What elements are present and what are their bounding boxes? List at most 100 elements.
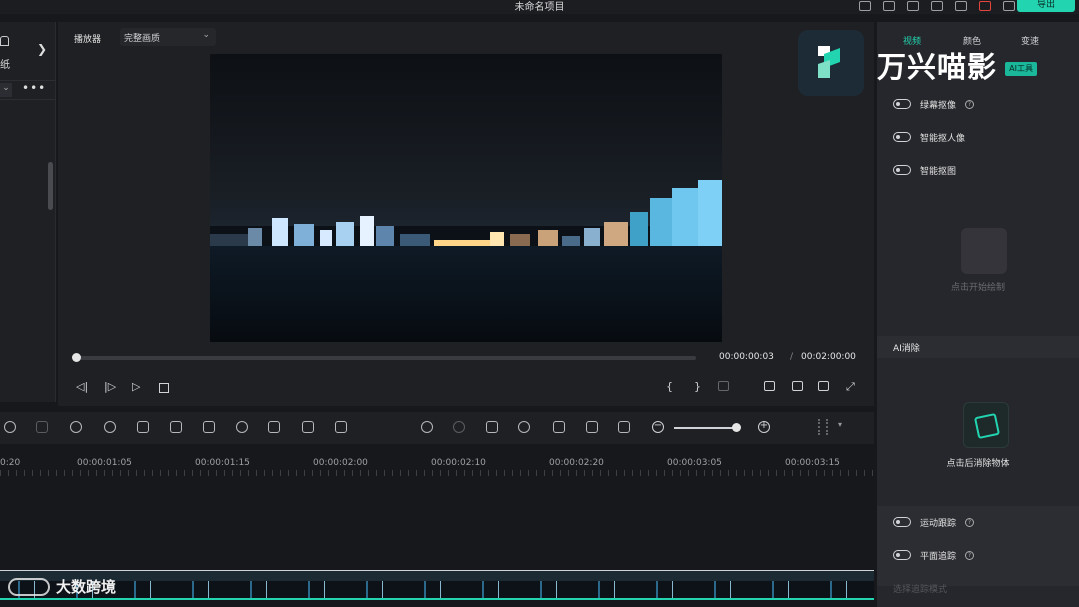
export-button[interactable]: 导出 [1017,0,1075,12]
ai-icon[interactable] [170,421,182,433]
play-icon[interactable]: ▷ [132,380,140,393]
layout-icon[interactable] [931,1,943,11]
help-icon[interactable]: ? [965,99,975,109]
zoom-in-icon[interactable]: + [758,421,770,433]
subtitle-icon[interactable] [586,421,598,433]
watermark-text: 大数跨境 [56,578,117,596]
toggle-smart-cutout[interactable]: 智能抠图 [893,162,956,178]
previous-frame-icon[interactable]: ◁| [76,380,88,393]
toggle-motion-tracking[interactable]: 运动跟踪 ? [893,514,975,530]
speed-icon[interactable] [104,421,116,433]
sticker-icon[interactable] [0,36,9,46]
display-icon[interactable] [764,381,775,391]
zoom-slider[interactable] [674,427,738,429]
quality-value: 完整画质 [124,34,161,44]
tracking-mode-select[interactable]: 选择追踪模式 [893,582,947,595]
audio-icon[interactable] [553,421,565,433]
remove-object-button[interactable] [963,402,1009,448]
render-icon[interactable] [421,421,433,433]
timeline-toolbar: − + ▾ [0,412,874,444]
remove-object-label: 点击后消除物体 [946,459,1010,469]
brand-logo-box [798,30,864,96]
toggle-planar-tracking[interactable]: 平面追踪 ? [893,547,975,563]
current-time: 00:00:00:03 [719,352,774,362]
draw-matte-icon[interactable] [961,228,1007,274]
more-icon[interactable]: ••• [22,81,46,95]
ruler-label: 00:00:01:15 [195,458,250,468]
scrollbar[interactable] [48,162,53,210]
cart-icon[interactable] [979,1,991,11]
track-layout-icon[interactable] [818,419,828,435]
zoom-out-icon[interactable]: − [652,421,664,433]
monitor-icon[interactable] [883,1,895,11]
microphone-icon[interactable] [518,421,530,433]
device-icon[interactable] [859,1,871,11]
ai-remove-title: AI消除 [893,344,920,354]
save-icon[interactable] [907,1,919,11]
shield-icon[interactable] [453,421,465,433]
color-icon[interactable] [137,421,149,433]
toggle-chroma-key[interactable]: 绿幕抠像 ? [893,96,975,112]
ai-tool-tab[interactable]: AI工具 [1005,62,1037,76]
toggle-label: 运动跟踪 [920,518,957,529]
help-icon[interactable]: ? [965,517,975,527]
preview-icon[interactable] [618,421,630,433]
chevron-right-icon[interactable]: ❯ [37,42,47,56]
chevron-down-icon[interactable]: ⌄ [0,83,12,97]
ai-remove-header: AI消除 [877,336,1079,358]
copy-icon[interactable] [36,421,48,433]
toggle-label: 智能抠人像 [920,133,966,144]
toggle-switch[interactable] [893,550,911,560]
user-icon[interactable] [1003,1,1015,11]
tab-speed[interactable]: 变速 [1021,34,1039,47]
time-separator: / [790,352,794,362]
split-icon[interactable] [70,421,82,433]
playhead-knob[interactable] [72,353,81,362]
toggle-portrait-cutout[interactable]: 智能抠人像 [893,129,965,145]
freeze-icon[interactable] [302,421,314,433]
toggle-label: 绿幕抠像 [920,100,957,111]
ruler-label: 00:00:02:10 [431,458,486,468]
ruler-label: 00:00:03:05 [667,458,722,468]
ruler-label: 0:20 [0,458,21,468]
river-water [210,246,722,342]
fullscreen-icon[interactable]: ⤢ [846,380,855,394]
stop-icon[interactable] [159,383,169,393]
edit-icon[interactable] [203,421,215,433]
timer-icon[interactable] [236,421,248,433]
link-icon[interactable] [335,421,347,433]
mark-icon[interactable] [486,421,498,433]
insert-icon[interactable] [718,381,729,391]
total-time: 00:02:00:00 [801,352,856,362]
video-preview[interactable] [210,54,722,342]
video-clip[interactable] [0,570,874,600]
mark-in-icon[interactable]: { [666,380,673,393]
toggle-switch[interactable] [893,132,911,142]
chevron-down-icon[interactable]: ▾ [838,420,842,429]
watermark-logo-icon [8,577,50,596]
property-panel: 视频 颜色 变速 AI工具 绿幕抠像 ? 智能抠人像 智能抠图 点击开始绘制 A… [877,22,1079,607]
toggle-switch[interactable] [893,165,911,175]
playback-progress[interactable] [72,353,696,362]
ruler-ticks [0,470,874,476]
object-remove-icon [973,412,1001,440]
quality-select[interactable]: 完整画质 ⌄ [120,28,216,46]
watermark: 大数跨境 [8,576,116,597]
grid-icon[interactable] [955,1,967,11]
toggle-switch[interactable] [893,99,911,109]
filter-row: ⌄ ••• [0,80,56,100]
zoom-slider-knob[interactable] [732,423,741,432]
timeline-ruler[interactable]: 0:20 00:00:01:05 00:00:01:15 00:00:02:00… [0,446,874,476]
snapshot-icon[interactable] [792,381,803,391]
help-icon[interactable]: ? [965,550,975,560]
crop-icon[interactable] [268,421,280,433]
volume-icon[interactable] [818,381,829,391]
matte-hint: 点击开始绘制 [950,283,1005,293]
undo-icon[interactable] [4,421,16,433]
ruler-label: 00:00:02:20 [549,458,604,468]
clip-thumbnails [0,581,874,598]
next-frame-icon[interactable]: |▷ [104,380,116,393]
mark-out-icon[interactable]: } [694,380,701,393]
ruler-label: 00:00:01:05 [77,458,132,468]
toggle-switch[interactable] [893,517,911,527]
